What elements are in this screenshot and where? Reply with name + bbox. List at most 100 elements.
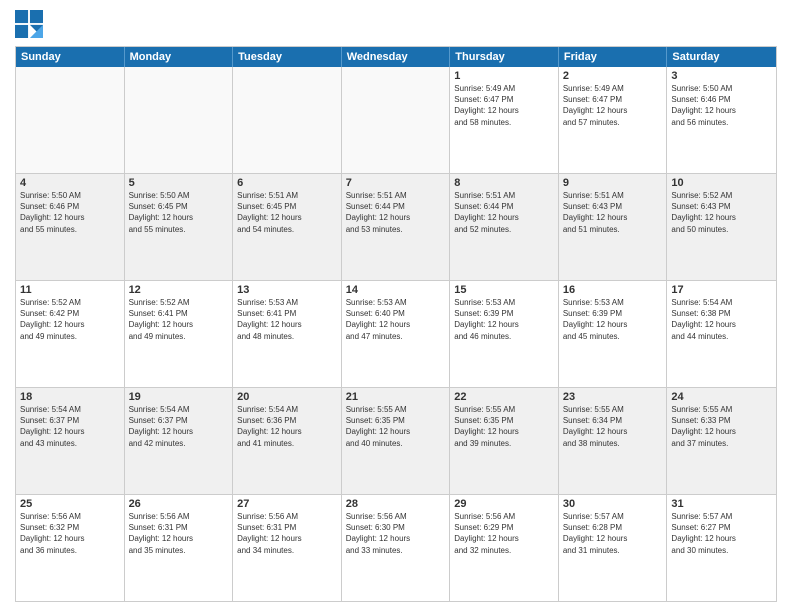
calendar-cell: 17Sunrise: 5:54 AM Sunset: 6:38 PM Dayli… bbox=[667, 281, 776, 387]
cell-info: Sunrise: 5:50 AM Sunset: 6:46 PM Dayligh… bbox=[671, 83, 772, 128]
calendar-cell: 15Sunrise: 5:53 AM Sunset: 6:39 PM Dayli… bbox=[450, 281, 559, 387]
calendar-cell: 19Sunrise: 5:54 AM Sunset: 6:37 PM Dayli… bbox=[125, 388, 234, 494]
cell-info: Sunrise: 5:49 AM Sunset: 6:47 PM Dayligh… bbox=[454, 83, 554, 128]
cell-info: Sunrise: 5:56 AM Sunset: 6:29 PM Dayligh… bbox=[454, 511, 554, 556]
weekday-header: Friday bbox=[559, 47, 668, 67]
calendar-cell: 2Sunrise: 5:49 AM Sunset: 6:47 PM Daylig… bbox=[559, 67, 668, 173]
day-number: 14 bbox=[346, 284, 446, 296]
cell-info: Sunrise: 5:51 AM Sunset: 6:44 PM Dayligh… bbox=[454, 190, 554, 235]
day-number: 27 bbox=[237, 498, 337, 510]
cell-info: Sunrise: 5:55 AM Sunset: 6:34 PM Dayligh… bbox=[563, 404, 663, 449]
cell-info: Sunrise: 5:57 AM Sunset: 6:28 PM Dayligh… bbox=[563, 511, 663, 556]
day-number: 1 bbox=[454, 70, 554, 82]
day-number: 20 bbox=[237, 391, 337, 403]
day-number: 11 bbox=[20, 284, 120, 296]
day-number: 28 bbox=[346, 498, 446, 510]
cell-info: Sunrise: 5:51 AM Sunset: 6:44 PM Dayligh… bbox=[346, 190, 446, 235]
cell-info: Sunrise: 5:57 AM Sunset: 6:27 PM Dayligh… bbox=[671, 511, 772, 556]
day-number: 6 bbox=[237, 177, 337, 189]
weekday-header: Thursday bbox=[450, 47, 559, 67]
day-number: 30 bbox=[563, 498, 663, 510]
day-number: 18 bbox=[20, 391, 120, 403]
weekday-header: Sunday bbox=[16, 47, 125, 67]
calendar-cell: 10Sunrise: 5:52 AM Sunset: 6:43 PM Dayli… bbox=[667, 174, 776, 280]
calendar-week: 4Sunrise: 5:50 AM Sunset: 6:46 PM Daylig… bbox=[16, 174, 776, 281]
weekday-header: Tuesday bbox=[233, 47, 342, 67]
calendar-cell: 14Sunrise: 5:53 AM Sunset: 6:40 PM Dayli… bbox=[342, 281, 451, 387]
cell-info: Sunrise: 5:55 AM Sunset: 6:35 PM Dayligh… bbox=[454, 404, 554, 449]
calendar-cell bbox=[16, 67, 125, 173]
cell-info: Sunrise: 5:55 AM Sunset: 6:33 PM Dayligh… bbox=[671, 404, 772, 449]
weekday-header: Saturday bbox=[667, 47, 776, 67]
logo-icon bbox=[15, 10, 43, 38]
cell-info: Sunrise: 5:56 AM Sunset: 6:32 PM Dayligh… bbox=[20, 511, 120, 556]
weekday-header: Wednesday bbox=[342, 47, 451, 67]
day-number: 9 bbox=[563, 177, 663, 189]
page-header bbox=[15, 10, 777, 38]
calendar-cell: 4Sunrise: 5:50 AM Sunset: 6:46 PM Daylig… bbox=[16, 174, 125, 280]
cell-info: Sunrise: 5:51 AM Sunset: 6:45 PM Dayligh… bbox=[237, 190, 337, 235]
calendar-cell: 25Sunrise: 5:56 AM Sunset: 6:32 PM Dayli… bbox=[16, 495, 125, 601]
day-number: 13 bbox=[237, 284, 337, 296]
calendar-cell: 18Sunrise: 5:54 AM Sunset: 6:37 PM Dayli… bbox=[16, 388, 125, 494]
calendar-cell bbox=[125, 67, 234, 173]
calendar-cell: 21Sunrise: 5:55 AM Sunset: 6:35 PM Dayli… bbox=[342, 388, 451, 494]
cell-info: Sunrise: 5:56 AM Sunset: 6:31 PM Dayligh… bbox=[237, 511, 337, 556]
cell-info: Sunrise: 5:53 AM Sunset: 6:40 PM Dayligh… bbox=[346, 297, 446, 342]
calendar-cell: 6Sunrise: 5:51 AM Sunset: 6:45 PM Daylig… bbox=[233, 174, 342, 280]
day-number: 21 bbox=[346, 391, 446, 403]
cell-info: Sunrise: 5:52 AM Sunset: 6:43 PM Dayligh… bbox=[671, 190, 772, 235]
day-number: 10 bbox=[671, 177, 772, 189]
calendar-cell: 27Sunrise: 5:56 AM Sunset: 6:31 PM Dayli… bbox=[233, 495, 342, 601]
weekday-header: Monday bbox=[125, 47, 234, 67]
calendar-cell: 5Sunrise: 5:50 AM Sunset: 6:45 PM Daylig… bbox=[125, 174, 234, 280]
calendar-cell: 11Sunrise: 5:52 AM Sunset: 6:42 PM Dayli… bbox=[16, 281, 125, 387]
calendar-week: 11Sunrise: 5:52 AM Sunset: 6:42 PM Dayli… bbox=[16, 281, 776, 388]
calendar-cell: 28Sunrise: 5:56 AM Sunset: 6:30 PM Dayli… bbox=[342, 495, 451, 601]
calendar-cell: 30Sunrise: 5:57 AM Sunset: 6:28 PM Dayli… bbox=[559, 495, 668, 601]
calendar-cell: 12Sunrise: 5:52 AM Sunset: 6:41 PM Dayli… bbox=[125, 281, 234, 387]
cell-info: Sunrise: 5:53 AM Sunset: 6:39 PM Dayligh… bbox=[563, 297, 663, 342]
cell-info: Sunrise: 5:54 AM Sunset: 6:37 PM Dayligh… bbox=[129, 404, 229, 449]
calendar-cell: 13Sunrise: 5:53 AM Sunset: 6:41 PM Dayli… bbox=[233, 281, 342, 387]
calendar-cell bbox=[233, 67, 342, 173]
cell-info: Sunrise: 5:56 AM Sunset: 6:31 PM Dayligh… bbox=[129, 511, 229, 556]
day-number: 8 bbox=[454, 177, 554, 189]
cell-info: Sunrise: 5:54 AM Sunset: 6:36 PM Dayligh… bbox=[237, 404, 337, 449]
calendar-cell: 20Sunrise: 5:54 AM Sunset: 6:36 PM Dayli… bbox=[233, 388, 342, 494]
calendar-cell: 8Sunrise: 5:51 AM Sunset: 6:44 PM Daylig… bbox=[450, 174, 559, 280]
calendar-cell: 29Sunrise: 5:56 AM Sunset: 6:29 PM Dayli… bbox=[450, 495, 559, 601]
calendar-cell: 1Sunrise: 5:49 AM Sunset: 6:47 PM Daylig… bbox=[450, 67, 559, 173]
cell-info: Sunrise: 5:54 AM Sunset: 6:38 PM Dayligh… bbox=[671, 297, 772, 342]
calendar-cell: 22Sunrise: 5:55 AM Sunset: 6:35 PM Dayli… bbox=[450, 388, 559, 494]
calendar-week: 1Sunrise: 5:49 AM Sunset: 6:47 PM Daylig… bbox=[16, 67, 776, 174]
day-number: 31 bbox=[671, 498, 772, 510]
day-number: 25 bbox=[20, 498, 120, 510]
day-number: 24 bbox=[671, 391, 772, 403]
calendar: SundayMondayTuesdayWednesdayThursdayFrid… bbox=[15, 46, 777, 602]
day-number: 4 bbox=[20, 177, 120, 189]
day-number: 7 bbox=[346, 177, 446, 189]
calendar-cell: 9Sunrise: 5:51 AM Sunset: 6:43 PM Daylig… bbox=[559, 174, 668, 280]
cell-info: Sunrise: 5:53 AM Sunset: 6:41 PM Dayligh… bbox=[237, 297, 337, 342]
calendar-cell: 3Sunrise: 5:50 AM Sunset: 6:46 PM Daylig… bbox=[667, 67, 776, 173]
logo bbox=[15, 10, 47, 38]
cell-info: Sunrise: 5:56 AM Sunset: 6:30 PM Dayligh… bbox=[346, 511, 446, 556]
day-number: 17 bbox=[671, 284, 772, 296]
page: SundayMondayTuesdayWednesdayThursdayFrid… bbox=[0, 0, 792, 612]
calendar-week: 18 Sunrise: 5:54 AM Sunset: 6:37 PM Dayli… bbox=[16, 388, 776, 495]
calendar-cell: 31Sunrise: 5:57 AM Sunset: 6:27 PM Dayli… bbox=[667, 495, 776, 601]
cell-info: Sunrise: 5:49 AM Sunset: 6:47 PM Dayligh… bbox=[563, 83, 663, 128]
day-number: 16 bbox=[563, 284, 663, 296]
day-number: 23 bbox=[563, 391, 663, 403]
calendar-cell: 24Sunrise: 5:55 AM Sunset: 6:33 PM Dayli… bbox=[667, 388, 776, 494]
day-number: 3 bbox=[671, 70, 772, 82]
day-number: 22 bbox=[454, 391, 554, 403]
calendar-body: 1Sunrise: 5:49 AM Sunset: 6:47 PM Daylig… bbox=[16, 67, 776, 601]
day-number: 2 bbox=[563, 70, 663, 82]
day-number: 15 bbox=[454, 284, 554, 296]
cell-info: Sunrise: 5:50 AM Sunset: 6:46 PM Dayligh… bbox=[20, 190, 120, 235]
day-number: 12 bbox=[129, 284, 229, 296]
cell-info: Sunrise: 5:51 AM Sunset: 6:43 PM Dayligh… bbox=[563, 190, 663, 235]
cell-info: Sunrise: 5:53 AM Sunset: 6:39 PM Dayligh… bbox=[454, 297, 554, 342]
